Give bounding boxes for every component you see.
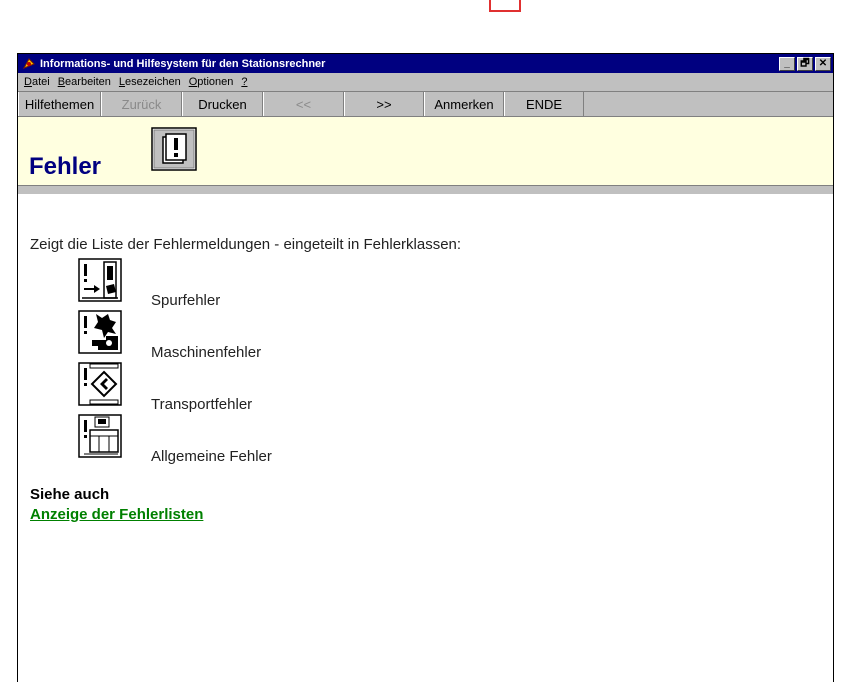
help-app-icon <box>22 57 35 69</box>
error-class-label: Allgemeine Fehler <box>151 448 272 465</box>
content-area: Zeigt die Liste der Fehlermeldungen - ei… <box>18 194 833 682</box>
top-marker <box>489 0 521 12</box>
restore-button[interactable]: 🗗 <box>797 56 813 71</box>
window-title: Informations- und Hilfesystem für den St… <box>40 57 326 70</box>
previous-button[interactable]: << <box>263 92 344 116</box>
menu-bar: Datei Bearbeiten Lesezeichen Optionen ? <box>18 73 833 92</box>
title-bar: Informations- und Hilfesystem für den St… <box>18 54 833 73</box>
next-button[interactable]: >> <box>344 92 424 116</box>
topic-header: Fehler <box>18 117 833 186</box>
zurueck-button[interactable]: Zurück <box>101 92 182 116</box>
transport-error-icon <box>78 362 122 406</box>
error-class-label: Maschinenfehler <box>151 344 262 361</box>
hilfethemen-button[interactable]: Hilfethemen <box>18 92 101 116</box>
general-error-icon <box>78 414 122 458</box>
menu-optionen[interactable]: Optionen <box>185 76 238 88</box>
page-title: Fehler <box>29 153 102 180</box>
menu-lesezeichen[interactable]: Lesezeichen <box>115 76 185 88</box>
error-lists-link[interactable]: Anzeige der Fehlerlisten <box>30 506 203 523</box>
error-list-icon <box>151 127 197 171</box>
machine-error-icon <box>78 310 122 354</box>
minimize-button[interactable]: _ <box>779 56 795 71</box>
drucken-button[interactable]: Drucken <box>182 92 263 116</box>
menu-bearbeiten[interactable]: Bearbeiten <box>54 76 115 88</box>
intro-text: Zeigt die Liste der Fehlermeldungen - ei… <box>30 236 462 253</box>
close-button[interactable]: ✕ <box>815 56 831 71</box>
help-window: Informations- und Hilfesystem für den St… <box>17 53 834 682</box>
error-class-label: Spurfehler <box>151 292 221 309</box>
toolbar: Hilfethemen Zurück Drucken << >> Anmerke… <box>18 92 833 117</box>
menu-datei[interactable]: Datei <box>20 76 54 88</box>
error-class-label: Transportfehler <box>151 396 253 413</box>
see-also-heading: Siehe auch <box>30 486 110 503</box>
menu-help[interactable]: ? <box>237 76 251 88</box>
track-error-icon <box>78 258 122 302</box>
ende-button[interactable]: ENDE <box>504 92 584 116</box>
anmerken-button[interactable]: Anmerken <box>424 92 504 116</box>
